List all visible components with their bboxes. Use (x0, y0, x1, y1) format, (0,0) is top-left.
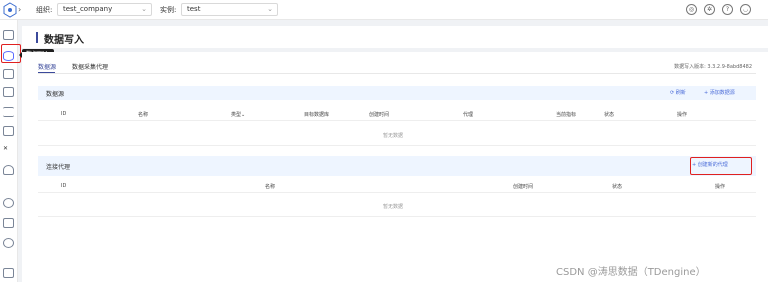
datasource-section-header: 数据源 ⟳ 刷新 + 添加数据源 (38, 86, 756, 100)
chevron-down-icon: ⌄ (141, 5, 147, 13)
column-header: 名称 (138, 112, 149, 118)
table-divider (38, 145, 756, 146)
instance-select[interactable]: test ⌄ (181, 3, 278, 16)
tab-divider (38, 73, 756, 74)
empty-state: 暂无数据 (383, 204, 404, 210)
services-icon[interactable] (3, 198, 14, 208)
table-divider (38, 192, 756, 193)
logo-icon[interactable] (2, 2, 18, 18)
instance-label: 实例: (160, 6, 177, 14)
datasource-section-title: 数据源 (46, 91, 65, 98)
main-content: 数据源 数据采集代理 数据写入版本: 3.3.2.9-8abd8482 数据源 … (22, 52, 768, 282)
org-select-value: test_company (63, 5, 113, 13)
title-accent-bar (36, 32, 38, 43)
refresh-label: 刷新 (675, 90, 686, 96)
help-icon[interactable]: ? (722, 4, 733, 15)
data-browser-icon[interactable] (3, 69, 14, 79)
add-datasource-label: 添加数据源 (709, 90, 735, 96)
tab-datasource[interactable]: 数据源 (38, 62, 56, 71)
tab-agents[interactable]: 数据采集代理 (72, 62, 108, 71)
page-header: 数据写入 (22, 26, 768, 48)
tools-icon[interactable]: ✕ (3, 145, 14, 155)
chevron-down-icon: ⌄ (267, 5, 273, 13)
user-icon[interactable]: ◡ (740, 4, 751, 15)
column-header: 当前指标 (556, 112, 577, 118)
users-icon[interactable] (3, 165, 14, 175)
column-header: 代理 (463, 112, 474, 118)
watermark: CSDN @涛思数据（TDengine） (556, 267, 706, 278)
empty-state: 暂无数据 (383, 133, 404, 139)
column-header: 名称 (265, 184, 276, 190)
table-divider (38, 216, 756, 217)
settings-icon[interactable]: ✲ (704, 4, 715, 15)
org-label: 组织: (36, 6, 53, 14)
column-header: 创建时间 (513, 184, 534, 190)
page-title: 数据写入 (44, 35, 84, 46)
top-bar: › 组织: test_company ⌄ 实例: test ⌄ ◎ ✲ ? ◡ (0, 0, 768, 20)
organization-icon[interactable] (3, 268, 14, 278)
add-datasource-button[interactable]: + 添加数据源 (704, 89, 735, 96)
column-header: 创建时间 (369, 112, 390, 118)
agents-section-header: 连接代理 + 创建新的代理 (38, 156, 756, 176)
column-header: 操作 (677, 112, 688, 118)
version-text: 数据写入版本: 3.3.2.9-8abd8482 (674, 64, 752, 70)
data-explorer-icon[interactable] (3, 87, 14, 97)
management-icon[interactable] (3, 126, 14, 136)
column-header-type-label: 类型 (231, 112, 242, 118)
column-header: 状态 (612, 184, 623, 190)
dashboard-icon[interactable] (3, 30, 14, 40)
sort-chevron-icon: ⌄ (241, 112, 246, 118)
column-header: 目标数据库 (304, 112, 330, 118)
column-header: 状态 (604, 112, 615, 118)
column-header-type[interactable]: 类型⌄ (231, 111, 245, 118)
instance-select-value: test (187, 5, 201, 13)
group-icon[interactable] (3, 238, 14, 248)
sidebar-highlight-box (1, 44, 21, 63)
window-icon[interactable] (3, 218, 14, 228)
table-divider (38, 120, 756, 121)
notification-icon[interactable]: ◎ (686, 4, 697, 15)
create-agent-highlight-box (690, 157, 752, 175)
column-header: ID (61, 183, 67, 189)
expand-sidebar-icon[interactable]: › (18, 5, 21, 14)
stream-icon[interactable] (3, 107, 14, 117)
agents-section-title: 连接代理 (46, 164, 71, 171)
column-header: 操作 (715, 184, 726, 190)
org-select[interactable]: test_company ⌄ (57, 3, 152, 16)
refresh-button[interactable]: ⟳ 刷新 (670, 89, 686, 96)
column-header: ID (61, 111, 67, 117)
